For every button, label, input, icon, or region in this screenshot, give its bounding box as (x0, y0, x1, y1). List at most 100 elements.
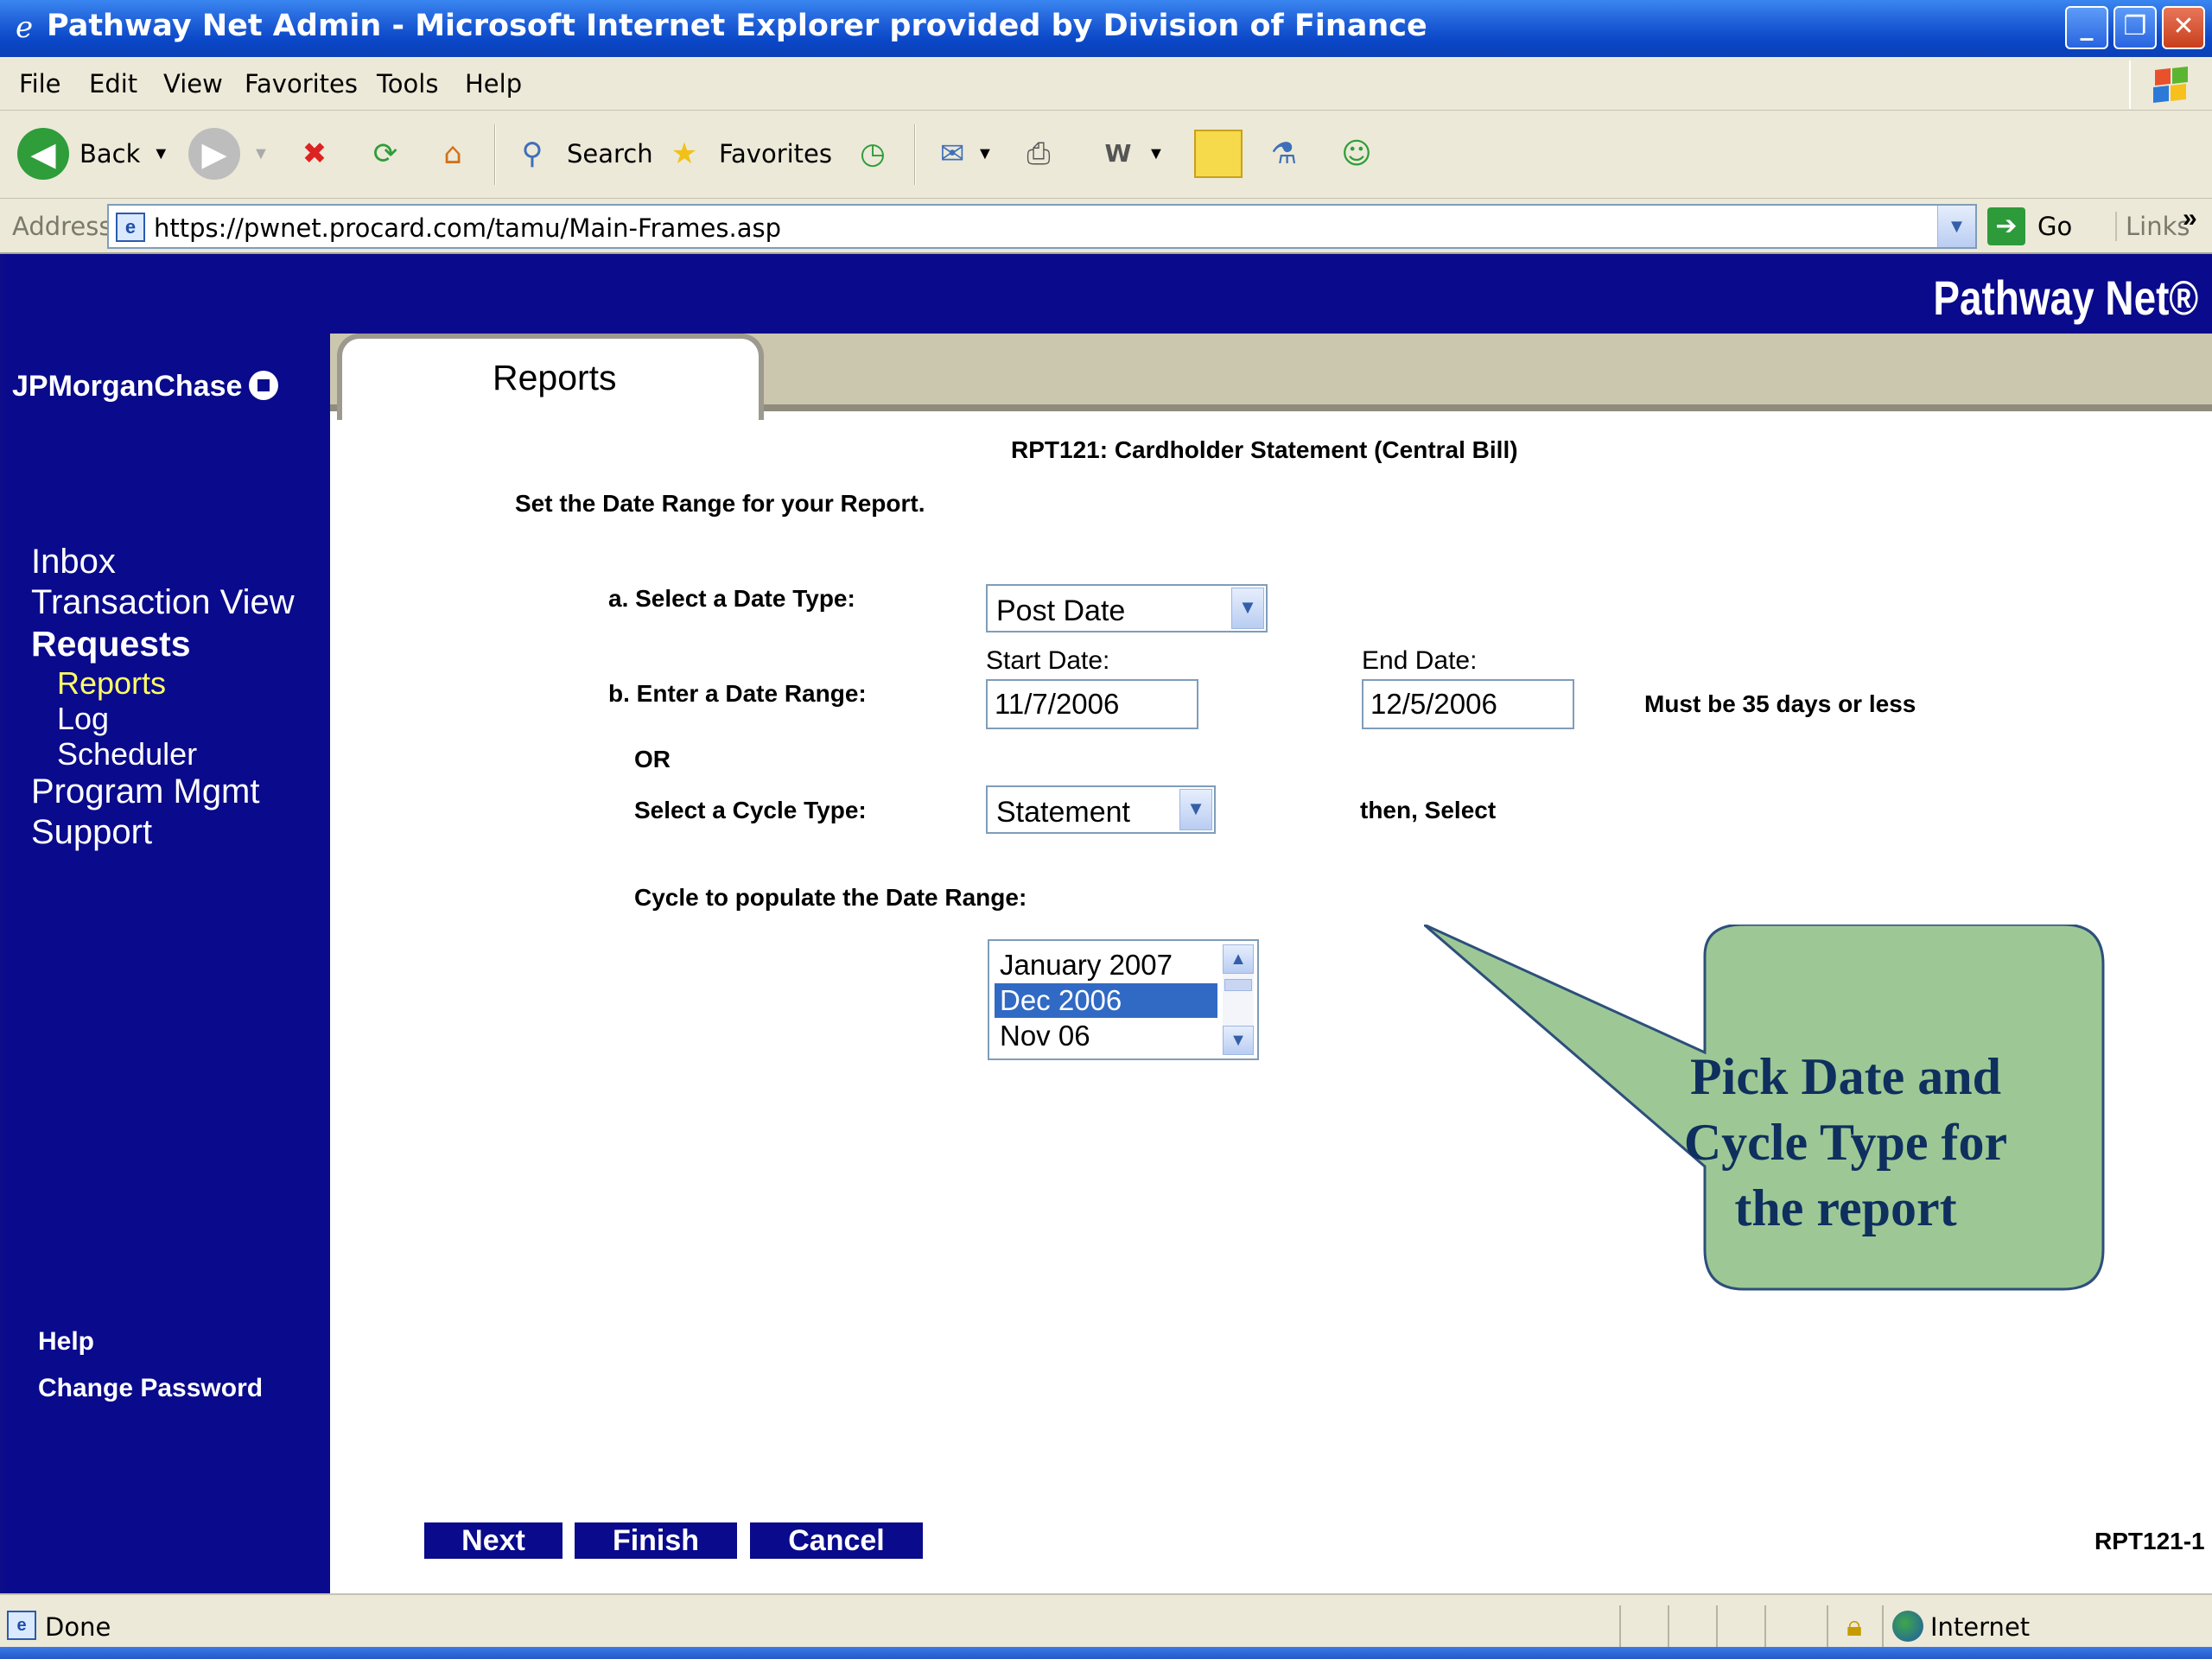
forward-button[interactable]: ▶ ▼ (188, 121, 270, 187)
top-banner: Pathway Net® (3, 254, 2212, 334)
ie-icon: ℯ (15, 10, 34, 45)
start-date-input[interactable]: 11/7/2006 (986, 679, 1198, 729)
menu-bar: File Edit View Favorites Tools Help (0, 57, 2212, 111)
search-label: Search (567, 139, 653, 168)
print-button[interactable]: ⎙ (1014, 121, 1063, 187)
end-date-input[interactable]: 12/5/2006 (1362, 679, 1574, 729)
cycle-type-select[interactable]: Statement ▼ (986, 785, 1216, 834)
back-button[interactable]: ◀ Back ▼ (17, 121, 169, 187)
page-icon: e (116, 213, 145, 242)
go-label: Go (2037, 212, 2073, 241)
scroll-thumb[interactable] (1224, 979, 1252, 991)
research-button[interactable]: ⚗ (1260, 121, 1308, 187)
next-button[interactable]: Next (424, 1522, 563, 1559)
notes-button[interactable] (1194, 121, 1243, 187)
home-icon: ⌂ (443, 137, 462, 171)
finish-button[interactable]: Finish (575, 1522, 737, 1559)
cycle-listbox[interactable]: January 2007 Dec 2006 Nov 06 ▲ ▼ (988, 939, 1259, 1060)
bank-logo: JPMorganChase (12, 370, 279, 404)
address-label: Address (12, 212, 112, 241)
menu-view[interactable]: View (163, 69, 223, 99)
scroll-up-icon[interactable]: ▲ (1223, 944, 1254, 974)
stop-button[interactable]: ✖ (290, 121, 339, 187)
callout-line: Cycle Type for (1683, 1114, 2008, 1171)
taskbar-edge (0, 1647, 2212, 1659)
address-url[interactable]: https://pwnet.procard.com/tamu/Main-Fram… (154, 213, 781, 243)
back-arrow-icon: ◀ (17, 128, 69, 180)
page-status-icon: e (7, 1611, 36, 1640)
edit-word-button[interactable]: W ▼ (1094, 121, 1165, 187)
links-label[interactable]: Links (2115, 212, 2190, 241)
refresh-button[interactable]: ⟳ (361, 121, 410, 187)
menu-tools[interactable]: Tools (377, 69, 438, 99)
refresh-icon: ⟳ (372, 137, 398, 171)
minimize-button[interactable]: _ (2065, 6, 2108, 49)
history-icon: ◷ (860, 137, 886, 171)
then-select-label: then, Select (1360, 797, 1497, 823)
bank-name: JPMorganChase (12, 370, 243, 403)
browser-window: ℯ Pathway Net Admin - Microsoft Internet… (0, 0, 2212, 1659)
sidebar-item-scheduler[interactable]: Scheduler (57, 736, 197, 772)
list-item-selected[interactable]: Dec 2006 (995, 983, 1217, 1018)
sidebar-item-requests[interactable]: Requests (31, 624, 191, 664)
back-dropdown-icon[interactable]: ▼ (152, 144, 169, 164)
list-item[interactable]: January 2007 (995, 948, 1217, 982)
callout-line: the report (1734, 1179, 1957, 1236)
sidebar: JPMorganChase Inbox Transaction View Req… (3, 334, 330, 1593)
toolbar: ◀ Back ▼ ▶ ▼ ✖ ⟳ ⌂ ⚲ Search ★ Favorites … (0, 111, 2212, 199)
list-item[interactable]: Nov 06 (995, 1019, 1217, 1053)
octagon-logo-icon (249, 371, 279, 400)
menu-help[interactable]: Help (465, 69, 522, 99)
callout-text: Pick Date and Cycle Type for the report (1659, 1044, 2032, 1241)
address-bar: Address e https://pwnet.procard.com/tamu… (0, 199, 2212, 254)
go-button[interactable]: ➔ Go (1987, 207, 2072, 245)
history-button[interactable]: ◷ (849, 121, 897, 187)
forward-arrow-icon: ▶ (188, 128, 240, 180)
window-title: Pathway Net Admin - Microsoft Internet E… (47, 9, 1427, 43)
star-icon: ★ (671, 137, 698, 171)
cycle-label: Cycle to populate the Date Range: (634, 884, 1027, 911)
favorites-button[interactable]: ★ Favorites (660, 121, 832, 187)
lock-icon: 🔒︎ (1846, 1609, 1863, 1643)
help-link[interactable]: Help (38, 1327, 94, 1357)
sidebar-item-reports[interactable]: Reports (57, 665, 166, 702)
messenger-button[interactable]: ☺ (1332, 121, 1381, 187)
title-bar: ℯ Pathway Net Admin - Microsoft Internet… (0, 0, 2212, 57)
sidebar-item-inbox[interactable]: Inbox (31, 543, 116, 582)
end-date-label: End Date: (1362, 646, 1478, 675)
list-scrollbar[interactable]: ▲ ▼ (1223, 944, 1254, 1055)
toolbar-separator (914, 124, 916, 185)
edit-dropdown-icon[interactable]: ▼ (1147, 144, 1165, 164)
sidebar-item-program-mgmt[interactable]: Program Mgmt (31, 772, 260, 811)
menu-file[interactable]: File (19, 69, 61, 99)
scroll-down-icon[interactable]: ▼ (1223, 1026, 1254, 1055)
instruction-text: Set the Date Range for your Report. (515, 490, 925, 517)
windows-logo-icon (2129, 60, 2207, 109)
report-title: RPT121: Cardholder Statement (Central Bi… (1011, 436, 1518, 463)
search-icon: ⚲ (521, 137, 543, 171)
search-button[interactable]: ⚲ Search (508, 121, 653, 187)
cancel-button[interactable]: Cancel (750, 1522, 923, 1559)
menu-favorites[interactable]: Favorites (245, 69, 358, 99)
mail-icon: ✉ (939, 137, 965, 171)
date-type-value: Post Date (996, 594, 1126, 627)
chevron-down-icon[interactable]: ▼ (1231, 588, 1264, 629)
address-input[interactable]: e https://pwnet.procard.com/tamu/Main-Fr… (107, 204, 1977, 249)
note-icon (1194, 130, 1243, 178)
chevron-down-icon[interactable]: ▼ (1179, 789, 1212, 830)
date-type-select[interactable]: Post Date ▼ (986, 584, 1268, 632)
change-password-link[interactable]: Change Password (38, 1374, 263, 1403)
home-button[interactable]: ⌂ (429, 121, 477, 187)
mail-button[interactable]: ✉ ▼ (928, 121, 994, 187)
sidebar-item-log[interactable]: Log (57, 701, 109, 737)
sidebar-item-support[interactable]: Support (31, 813, 152, 852)
tab-reports[interactable]: Reports (337, 334, 764, 420)
restore-button[interactable]: ❐ (2113, 6, 2157, 49)
address-dropdown-icon[interactable]: ▼ (1937, 206, 1975, 247)
mail-dropdown-icon[interactable]: ▼ (976, 144, 994, 164)
sidebar-item-transaction-view[interactable]: Transaction View (31, 583, 295, 622)
close-button[interactable]: ✕ (2162, 6, 2205, 49)
menu-edit[interactable]: Edit (89, 69, 137, 99)
tab-label: Reports (493, 358, 617, 397)
chevron-right-icon[interactable]: » (2183, 204, 2197, 233)
